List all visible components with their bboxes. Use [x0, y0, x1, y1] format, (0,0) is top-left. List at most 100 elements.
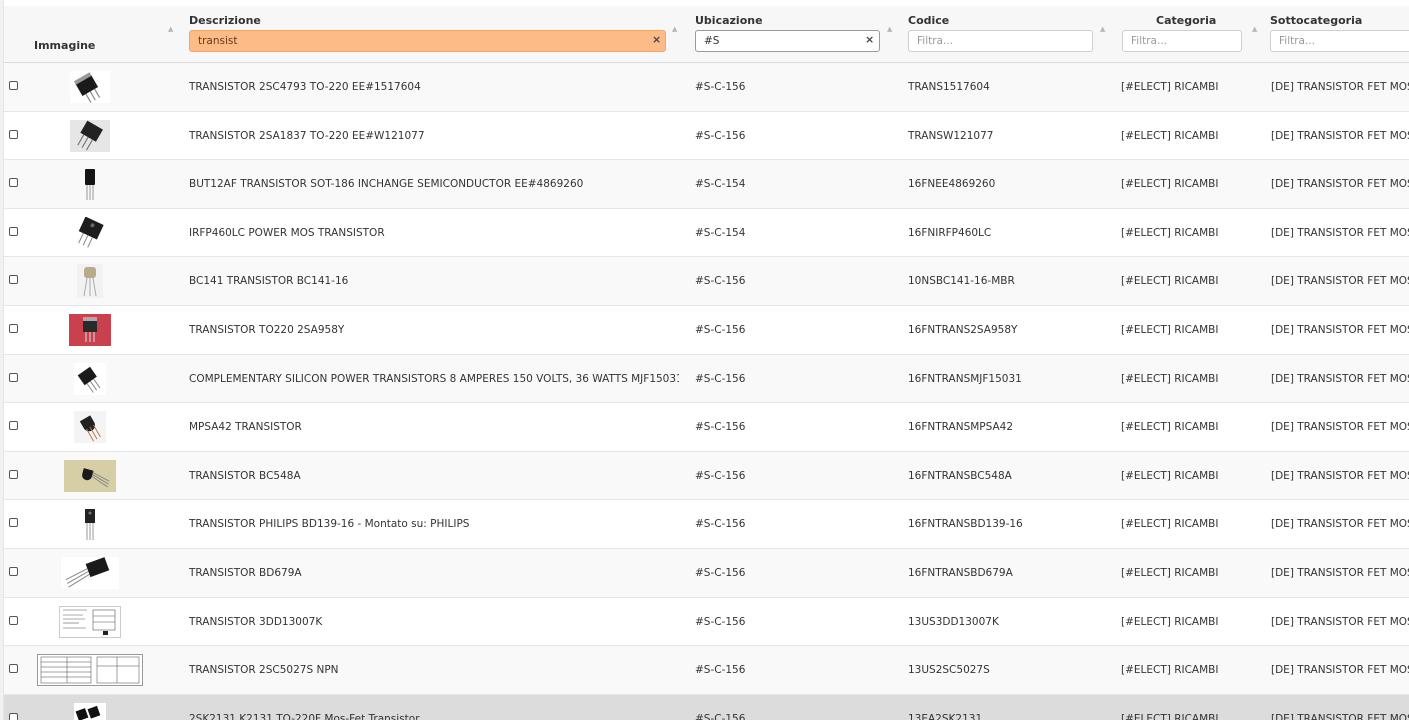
- column-title-location: Ubicazione: [695, 14, 763, 27]
- cell-subcategory: [DE] TRANSISTOR FET MOSFET: [1271, 615, 1409, 628]
- location-filter-input[interactable]: [695, 30, 880, 52]
- cell-code: 16FNTRANSBD679A: [908, 566, 1013, 579]
- product-thumbnail[interactable]: [73, 215, 107, 251]
- product-thumbnail[interactable]: [74, 409, 106, 445]
- table-row[interactable]: MPSA42 TRANSISTOR #S-C-156 16FNTRANSMPSA42…: [0, 403, 1409, 452]
- cell-location: #S-C-156: [695, 615, 746, 628]
- row-checkbox[interactable]: [9, 275, 18, 285]
- cell-description: COMPLEMENTARY SILICON POWER TRANSISTORS …: [189, 372, 679, 385]
- cell-description: TRANSISTOR TO220 2SA958Y: [189, 323, 345, 336]
- cell-subcategory: [DE] TRANSISTOR FET MOSFET: [1271, 323, 1409, 336]
- cell-category: [#ELECT] RICAMBI: [1121, 469, 1219, 482]
- row-checkbox[interactable]: [9, 129, 18, 139]
- cell-description: TRANSISTOR 2SC4793 TO-220 EE#1517604: [189, 81, 421, 93]
- row-checkbox[interactable]: [9, 81, 18, 90]
- table-row[interactable]: TRANSISTOR PHILIPS BD139-16 - Montato su…: [0, 500, 1409, 549]
- sort-arrow-icon[interactable]: [672, 26, 678, 34]
- cell-code: 16FNEE4869260: [908, 178, 996, 191]
- table-row[interactable]: TRANSISTOR BD679A #S-C-156 16FNTRANSBD679A…: [0, 548, 1409, 598]
- cell-code: 16FNTRANS2SA958Y: [908, 323, 1018, 336]
- cell-subcategory: [DE] TRANSISTOR FET MOSFET: [1271, 664, 1409, 677]
- cell-description: TRANSISTOR PHILIPS BD139-16 - Montato su…: [189, 518, 470, 531]
- grid-header: Immagine Descrizione × Ubicazione × Codi…: [0, 6, 1409, 63]
- category-filter-input[interactable]: [1122, 30, 1242, 52]
- product-thumbnail[interactable]: [37, 652, 143, 688]
- product-thumbnail[interactable]: [70, 69, 110, 105]
- cell-code: 13EA2SK2131: [908, 712, 983, 720]
- product-thumbnail[interactable]: [77, 263, 103, 299]
- cell-category: [#ELECT] RICAMBI: [1121, 615, 1219, 628]
- product-thumbnail[interactable]: [82, 506, 98, 542]
- cell-location: #S-C-154: [695, 226, 746, 239]
- column-header-image[interactable]: Immagine: [0, 6, 180, 62]
- description-filter-input[interactable]: [189, 30, 666, 52]
- cell-location: #S-C-156: [695, 566, 746, 579]
- cell-location: #S-C-156: [695, 518, 746, 531]
- cell-category: [#ELECT] RICAMBI: [1121, 664, 1219, 677]
- table-row[interactable]: TRANSISTOR 2SC5027S NPN #S-C-156 13US2SC50…: [0, 646, 1409, 695]
- cell-category: [#ELECT] RICAMBI: [1121, 129, 1219, 142]
- row-checkbox[interactable]: [9, 323, 18, 333]
- table-row[interactable]: TRANSISTOR 2SC4793 TO-220 EE#1517604 #S-C…: [0, 63, 1409, 112]
- subcategory-filter-input[interactable]: [1270, 30, 1409, 52]
- table-row[interactable]: TRANSISTOR TO220 2SA958Y #S-C-156 16FNTRAN…: [0, 305, 1409, 355]
- product-thumbnail[interactable]: [70, 118, 110, 154]
- cell-code: 16FNTRANSMJF15031: [908, 372, 1022, 385]
- product-thumbnail[interactable]: [69, 312, 111, 348]
- cell-subcategory: [DE] TRANSISTOR FET MOSFET: [1271, 518, 1409, 531]
- table-row[interactable]: COMPLEMENTARY SILICON POWER TRANSISTORS …: [0, 354, 1409, 404]
- table-row[interactable]: TRANSISTOR 3DD13007K #S-C-156 13US3DD13007…: [0, 597, 1409, 647]
- cell-subcategory: [DE] TRANSISTOR FET MOSFET: [1271, 469, 1409, 482]
- cell-subcategory: [DE] TRANSISTOR FET MOSFET: [1271, 178, 1409, 191]
- clear-description-filter-icon[interactable]: ×: [652, 33, 661, 46]
- row-checkbox[interactable]: [9, 712, 18, 720]
- cell-description: BC141 TRANSISTOR BC141-16: [189, 275, 349, 288]
- cell-location: #S-C-156: [695, 129, 746, 142]
- row-checkbox[interactable]: [9, 226, 18, 236]
- grid-body: TRANSISTOR 2SC4793 TO-220 EE#1517604 #S-C…: [0, 63, 1409, 720]
- row-checkbox[interactable]: [9, 421, 18, 431]
- cell-category: [#ELECT] RICAMBI: [1121, 323, 1219, 336]
- row-checkbox[interactable]: [9, 566, 18, 576]
- cell-subcategory: [DE] TRANSISTOR FET MOSFET: [1271, 275, 1409, 288]
- sort-arrow-icon[interactable]: [1100, 26, 1106, 34]
- cell-category: [#ELECT] RICAMBI: [1121, 421, 1219, 434]
- cell-code: 16FNTRANSBC548A: [908, 469, 1012, 482]
- code-filter-input[interactable]: [908, 30, 1093, 52]
- row-checkbox[interactable]: [9, 615, 18, 625]
- table-row[interactable]: TRANSISTOR BC548A #S-C-156 16FNTRANSBC548A…: [0, 451, 1409, 501]
- cell-code: 16FNTRANSBD139-16: [908, 518, 1023, 531]
- cell-subcategory: [DE] TRANSISTOR FET MOSFET: [1271, 566, 1409, 579]
- product-thumbnail[interactable]: [61, 555, 119, 591]
- product-thumbnail[interactable]: [64, 458, 116, 494]
- table-row[interactable]: TRANSISTOR 2SA1837 TO-220 EE#W121077 #S-C…: [0, 111, 1409, 161]
- cell-category: [#ELECT] RICAMBI: [1121, 372, 1219, 385]
- column-title-image: Immagine: [34, 39, 96, 52]
- row-checkbox[interactable]: [9, 469, 18, 479]
- table-row[interactable]: 2SK2131 K2131 TO-220F Mos-Fet Transistor…: [0, 694, 1409, 720]
- row-checkbox[interactable]: [9, 664, 18, 674]
- cell-code: TRANSW121077: [908, 129, 994, 142]
- sort-arrow-icon[interactable]: [168, 26, 174, 34]
- product-thumbnail[interactable]: [83, 166, 97, 202]
- cell-code: 16FNTRANSMPSA42: [908, 421, 1014, 434]
- row-checkbox[interactable]: [9, 518, 18, 528]
- cell-code: 10NSBC141-16-MBR: [908, 275, 1015, 288]
- cell-location: #S-C-156: [695, 372, 746, 385]
- product-thumbnail[interactable]: [74, 361, 106, 397]
- cell-code: 16FNIRFP460LC: [908, 226, 992, 239]
- product-thumbnail[interactable]: [74, 701, 106, 720]
- cell-category: [#ELECT] RICAMBI: [1121, 518, 1219, 531]
- cell-category: [#ELECT] RICAMBI: [1121, 81, 1219, 93]
- sort-arrow-icon[interactable]: [1252, 26, 1258, 34]
- sort-arrow-icon[interactable]: [887, 26, 893, 34]
- table-row[interactable]: IRFP460LC POWER MOS TRANSISTOR #S-C-154 16…: [0, 208, 1409, 258]
- cell-description: TRANSISTOR 3DD13007K: [189, 615, 323, 628]
- cell-code: 13US2SC5027S: [908, 664, 990, 677]
- clear-location-filter-icon[interactable]: ×: [865, 33, 874, 46]
- table-row[interactable]: BUT12AF TRANSISTOR SOT-186 INCHANGE SEMI…: [0, 160, 1409, 209]
- product-thumbnail[interactable]: [59, 604, 121, 640]
- table-row[interactable]: BC141 TRANSISTOR BC141-16 #S-C-156 10NSBC1…: [0, 257, 1409, 306]
- row-checkbox[interactable]: [9, 178, 18, 188]
- row-checkbox[interactable]: [9, 372, 18, 382]
